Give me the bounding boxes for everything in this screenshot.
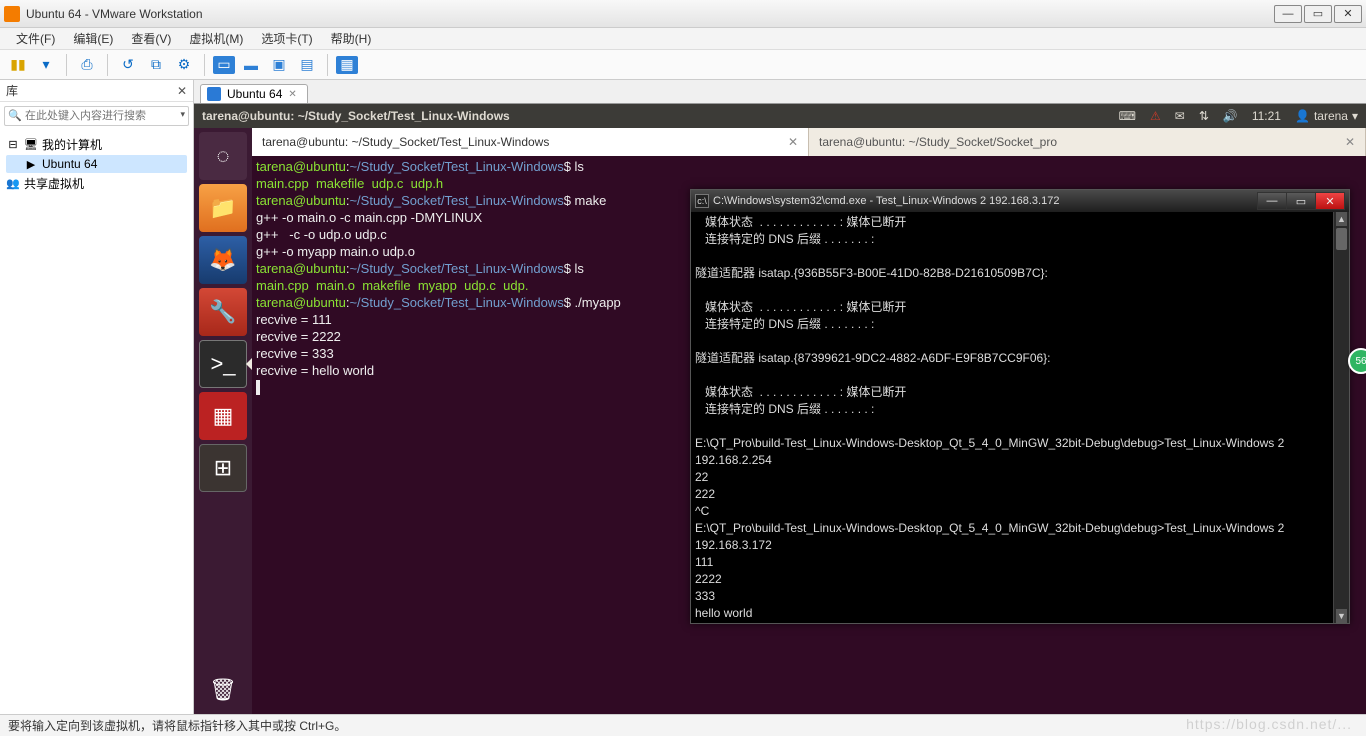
minimize-button[interactable]: — [1274, 5, 1302, 23]
terminal-tab-1-label: tarena@ubuntu: ~/Study_Socket/Test_Linux… [262, 135, 549, 149]
tree-vm-label: Ubuntu 64 [42, 157, 97, 171]
separator [66, 54, 67, 76]
ubuntu-topbar: tarena@ubuntu: ~/Study_Socket/Test_Linux… [194, 104, 1366, 128]
cmd-title-text: C:\Windows\system32\cmd.exe - Test_Linux… [713, 195, 1059, 207]
dash-icon[interactable]: ◌ [199, 132, 247, 180]
search-icon: 🔍 [8, 109, 22, 122]
shared-icon: 👥 [6, 177, 20, 191]
terminal-tab-2[interactable]: tarena@ubuntu: ~/Study_Socket/Socket_pro… [809, 128, 1366, 156]
trash-icon[interactable]: 🗑 [199, 666, 247, 714]
ubuntu-window-title: tarena@ubuntu: ~/Study_Socket/Test_Linux… [202, 109, 510, 123]
tree-shared[interactable]: 👥 共享虚拟机 [6, 173, 187, 194]
cmd-icon: c:\ [695, 194, 709, 208]
revert-icon[interactable]: ↺ [116, 53, 140, 77]
cmd-body[interactable]: 媒体状态 . . . . . . . . . . . . : 媒体已断开 连接特… [691, 212, 1349, 623]
terminal-tab-1-close-icon[interactable]: ✕ [788, 135, 798, 149]
vm-tab-ubuntu[interactable]: Ubuntu 64 ✕ [200, 84, 308, 103]
multi-mon-icon[interactable]: ▤ [295, 53, 319, 77]
clock[interactable]: 11:21 [1252, 109, 1281, 123]
user-menu[interactable]: 👤 tarena ▾ [1295, 109, 1358, 123]
expand-icon[interactable]: ⊟ [6, 138, 20, 152]
warning-icon[interactable]: ⚠ [1150, 109, 1161, 123]
search-dropdown-icon[interactable]: ▾ [180, 109, 185, 120]
workspaces-red-icon[interactable]: ▦ [199, 392, 247, 440]
cmd-output: 媒体状态 . . . . . . . . . . . . : 媒体已断开 连接特… [695, 215, 1288, 620]
terminal-tab-1[interactable]: tarena@ubuntu: ~/Study_Socket/Test_Linux… [252, 128, 809, 156]
keyboard-icon[interactable]: ⌨ [1119, 109, 1136, 123]
cmd-maximize-button[interactable]: ▭ [1286, 192, 1316, 210]
scroll-up-icon[interactable]: ▲ [1336, 212, 1347, 226]
separator [107, 54, 108, 76]
library-title: 库 [6, 82, 18, 99]
terminal-icon[interactable]: >_ [199, 340, 247, 388]
toolbar: ▮▮ ▾ ⎙ ↺ ⧉ ⚙ ▭ ▬ ▣ ▤ ▦ [0, 50, 1366, 80]
console-icon[interactable]: ▣ [267, 53, 291, 77]
settings-tool-icon[interactable]: 🔧 [199, 288, 247, 336]
network-icon[interactable]: ⇅ [1199, 109, 1209, 123]
cmd-window[interactable]: c:\ C:\Windows\system32\cmd.exe - Test_L… [690, 189, 1350, 624]
cmd-scrollbar[interactable]: ▲ ▼ [1333, 212, 1349, 623]
workspace-switcher-icon[interactable]: ⊞ [199, 444, 247, 492]
maximize-button[interactable]: ▭ [1304, 5, 1332, 23]
computer-icon: 🖥 [24, 138, 38, 152]
tree-root-label: 我的计算机 [42, 136, 102, 153]
snapshot-mgr-icon[interactable]: ⧉ [144, 53, 168, 77]
library-tree: ⊟ 🖥 我的计算机 ▶ Ubuntu 64 👥 共享虚拟机 [0, 130, 193, 198]
menu-vm[interactable]: 虚拟机(M) [181, 28, 251, 49]
fullscreen-icon[interactable]: ▭ [213, 56, 235, 74]
vm-icon: ▶ [24, 157, 38, 171]
vmware-icon [4, 6, 20, 22]
terminal-tab-2-label: tarena@ubuntu: ~/Study_Socket/Socket_pro [819, 135, 1057, 149]
snapshot-icon[interactable]: ⎙ [75, 53, 99, 77]
vm-tabbar: Ubuntu 64 ✕ [194, 80, 1366, 104]
scroll-thumb[interactable] [1336, 228, 1347, 250]
watermark: https://blog.csdn.net/... [1186, 716, 1352, 732]
cmd-minimize-button[interactable]: — [1257, 192, 1287, 210]
dropdown-icon[interactable]: ▾ [34, 53, 58, 77]
library-search-input[interactable] [4, 106, 189, 126]
thumbnail-icon[interactable]: ▦ [336, 56, 358, 74]
app-title: Ubuntu 64 - VMware Workstation [26, 7, 1274, 21]
menu-tabs[interactable]: 选项卡(T) [253, 28, 320, 49]
separator [204, 54, 205, 76]
app-titlebar: Ubuntu 64 - VMware Workstation — ▭ ✕ [0, 0, 1366, 28]
library-panel: 库 ✕ 🔍 ▾ ⊟ 🖥 我的计算机 ▶ Ubuntu 64 👥 共享虚拟机 [0, 80, 194, 714]
tree-shared-label: 共享虚拟机 [24, 175, 84, 192]
sound-icon[interactable]: 🔊 [1223, 109, 1238, 123]
menu-help[interactable]: 帮助(H) [323, 28, 380, 49]
status-text: 要将输入定向到该虚拟机，请将鼠标指针移入其中或按 Ctrl+G。 [8, 717, 346, 734]
files-icon[interactable]: 📁 [199, 184, 247, 232]
settings-icon[interactable]: ⚙ [172, 53, 196, 77]
cmd-titlebar[interactable]: c:\ C:\Windows\system32\cmd.exe - Test_L… [691, 190, 1349, 212]
terminal-tab-2-close-icon[interactable]: ✕ [1345, 135, 1355, 149]
menu-edit[interactable]: 编辑(E) [65, 28, 121, 49]
unity-icon[interactable]: ▬ [239, 53, 263, 77]
scroll-down-icon[interactable]: ▼ [1336, 609, 1347, 623]
cmd-close-button[interactable]: ✕ [1315, 192, 1345, 210]
unity-launcher: ◌ 📁 🦊 🔧 >_ ▦ ⊞ 🗑 [194, 128, 252, 714]
menu-file[interactable]: 文件(F) [8, 28, 63, 49]
tree-vm-ubuntu[interactable]: ▶ Ubuntu 64 [6, 155, 187, 173]
tree-root[interactable]: ⊟ 🖥 我的计算机 [6, 134, 187, 155]
library-close-icon[interactable]: ✕ [177, 84, 187, 98]
menubar: 文件(F) 编辑(E) 查看(V) 虚拟机(M) 选项卡(T) 帮助(H) [0, 28, 1366, 50]
vm-tab-icon [207, 87, 221, 101]
mail-icon[interactable]: ✉ [1175, 109, 1185, 123]
statusbar: 要将输入定向到该虚拟机，请将鼠标指针移入其中或按 Ctrl+G。 [0, 714, 1366, 736]
close-button[interactable]: ✕ [1334, 5, 1362, 23]
vm-tab-label: Ubuntu 64 [227, 87, 282, 101]
menu-view[interactable]: 查看(V) [123, 28, 179, 49]
separator [327, 54, 328, 76]
pause-icon[interactable]: ▮▮ [6, 53, 30, 77]
firefox-icon[interactable]: 🦊 [199, 236, 247, 284]
vm-tab-close-icon[interactable]: ✕ [288, 89, 296, 100]
